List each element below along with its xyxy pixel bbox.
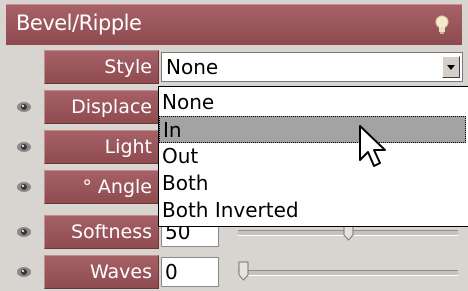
angle-label-box: ° Angle — [44, 170, 159, 204]
softness-label-box: Softness — [44, 215, 159, 249]
softness-label: Softness — [70, 221, 152, 243]
style-row: Style None — [6, 48, 463, 86]
angle-label: ° Angle — [82, 176, 152, 198]
bevel-ripple-panel: Bevel/Ripple Style None Displace Light °… — [0, 0, 468, 291]
eye-icon[interactable] — [16, 264, 32, 280]
mouse-pointer-icon — [358, 124, 388, 172]
displace-label: Displace — [71, 96, 152, 118]
style-label: Style — [104, 56, 152, 78]
waves-label: Waves — [89, 261, 152, 283]
light-label: Light — [104, 136, 152, 158]
waves-input[interactable]: 0 — [161, 257, 219, 287]
softness-slider-track[interactable] — [238, 221, 458, 241]
displace-label-box: Displace — [44, 90, 159, 124]
dropdown-option-none[interactable]: None — [159, 89, 466, 116]
light-label-box: Light — [44, 130, 159, 164]
style-dropdown-list: None In Out Both Both Inverted — [158, 86, 468, 227]
eye-icon[interactable] — [16, 224, 32, 240]
lightbulb-icon[interactable] — [434, 15, 450, 35]
dropdown-option-both-inverted[interactable]: Both Inverted — [159, 197, 466, 224]
waves-label-box: Waves — [44, 255, 159, 289]
dropdown-option-out[interactable]: Out — [159, 143, 466, 170]
waves-slider-thumb[interactable] — [238, 261, 249, 281]
style-label-box: Style — [44, 50, 159, 84]
style-select-value: None — [166, 55, 219, 79]
dropdown-option-both[interactable]: Both — [159, 170, 466, 197]
panel-header[interactable]: Bevel/Ripple — [6, 4, 462, 45]
waves-slider-track[interactable] — [238, 261, 458, 281]
waves-row: Waves 0 — [6, 253, 462, 291]
eye-icon[interactable] — [16, 139, 32, 155]
eye-icon[interactable] — [16, 179, 32, 195]
eye-icon[interactable] — [16, 99, 32, 115]
style-select[interactable]: None — [161, 52, 463, 82]
dropdown-option-in[interactable]: In — [159, 116, 466, 143]
panel-title: Bevel/Ripple — [16, 11, 142, 35]
chevron-down-icon[interactable] — [442, 56, 460, 78]
